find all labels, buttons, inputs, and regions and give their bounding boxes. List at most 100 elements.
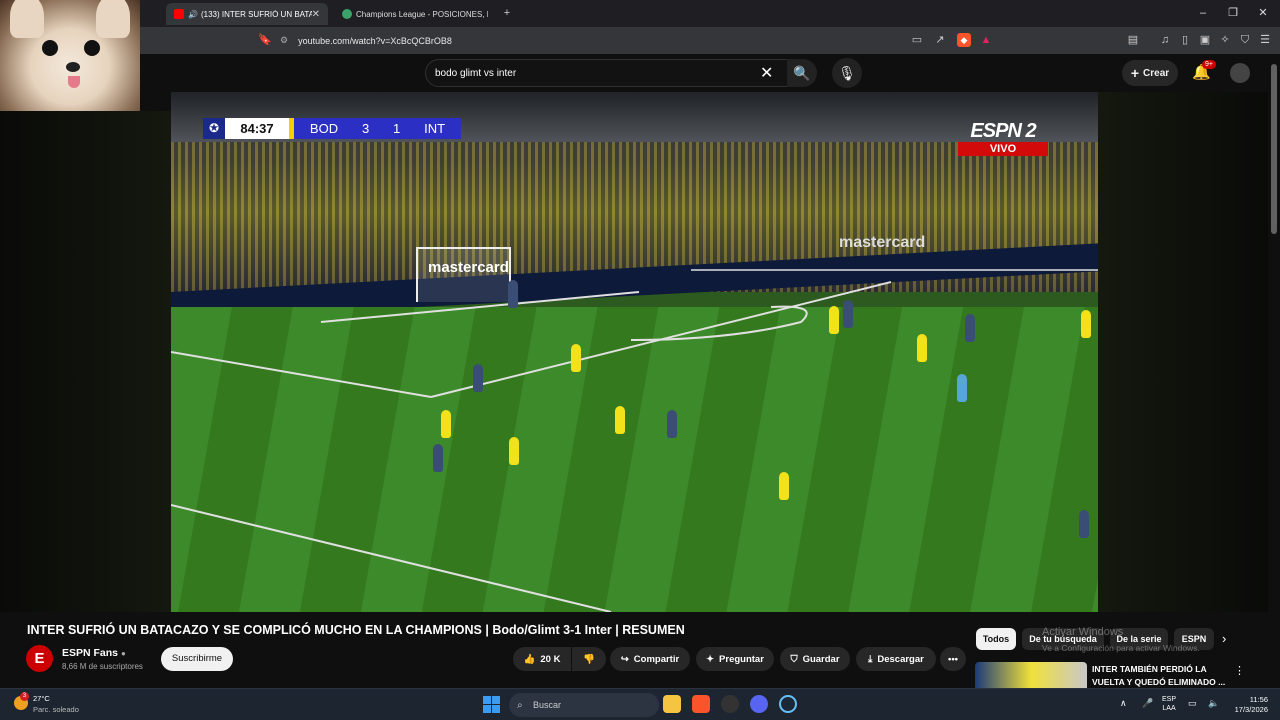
download-button[interactable]: ⤓ Descargar [856, 647, 936, 671]
page-scrollbar[interactable] [1268, 54, 1280, 688]
tray-chevron-icon[interactable]: ∧ [1120, 698, 1127, 709]
player [1079, 510, 1089, 538]
tab-champions[interactable]: Champions League - POSICIONES, R [334, 3, 496, 25]
share-icon[interactable]: ↗ [933, 33, 947, 47]
dog-eye-left [42, 40, 58, 56]
tab-title: Champions League - POSICIONES, R [356, 9, 488, 19]
notification-count-badge: 9+ [1202, 60, 1216, 69]
brave-shield-icon[interactable]: ◆ [957, 33, 971, 47]
save-button[interactable]: ⛉ Guardar [780, 647, 850, 671]
dislike-button[interactable]: 👎 [572, 647, 606, 671]
brave-browser-icon[interactable] [692, 695, 710, 713]
windows-start-icon[interactable] [483, 696, 500, 713]
recommended-thumbnail[interactable] [975, 662, 1087, 688]
channel-name[interactable]: ESPN Fans ● [62, 647, 126, 659]
url-field[interactable]: ⚙ youtube.com/watch?v=XcBcQCBrOB8 [280, 31, 1140, 50]
player [509, 437, 519, 465]
subscriber-count: 8,66 M de suscriptores [62, 662, 143, 671]
right-background [1098, 92, 1268, 612]
more-actions-button[interactable]: ••• [940, 647, 966, 671]
verified-icon: ● [120, 649, 126, 658]
network-icon[interactable]: ▭ [1188, 698, 1197, 709]
broadcaster-logo: ESPN 2 VIVO [957, 120, 1049, 156]
steam-icon[interactable] [779, 695, 797, 713]
voice-search-button[interactable]: 🎙 [832, 58, 862, 88]
dog-eye-right [84, 40, 100, 56]
subscribe-button[interactable]: Suscribirme [161, 647, 233, 671]
maximize-icon[interactable]: ❐ [1218, 4, 1248, 22]
share-button[interactable]: ↪ Compartir [610, 647, 690, 671]
clear-search-icon[interactable]: ✕ [760, 63, 773, 83]
thumbs-up-icon: 👍 [523, 653, 536, 665]
player [917, 334, 927, 362]
input-language[interactable]: ESP LAA [1162, 695, 1176, 713]
webcam-overlay [0, 0, 140, 111]
scroll-thumb[interactable] [1271, 64, 1277, 234]
away-score: 1 [393, 121, 401, 136]
match-clock: 84:37 [225, 118, 289, 139]
player [779, 472, 789, 500]
globe-icon [342, 9, 352, 19]
bookmark-icon[interactable]: 🔖 [258, 33, 272, 47]
dog-tongue [68, 76, 80, 88]
create-label: Crear [1143, 67, 1170, 79]
video-details: INTER SUFRIÓ UN BATACAZO Y SE COMPLICÓ M… [0, 612, 1268, 688]
close-icon[interactable]: ✕ [312, 9, 320, 20]
tab-title: (133) INTER SUFRIÓ UN BATA [200, 9, 312, 19]
clock[interactable]: 11:56 17/3/2026 [1226, 695, 1268, 715]
music-icon[interactable]: ♫ [1158, 33, 1172, 47]
ask-button[interactable]: ✦ Preguntar [696, 647, 774, 671]
search-button[interactable]: 🔍 [787, 59, 817, 87]
taskbar-search-label: Buscar [533, 700, 562, 710]
video-player[interactable]: mastercard mastercard ✪ 84:37 BOD 3 1 IN… [171, 92, 1098, 612]
wallet-icon[interactable]: ▣ [1198, 33, 1212, 47]
dog-ear-right [96, 0, 130, 38]
thumbs-down-icon: 👎 [583, 653, 595, 665]
cast-icon[interactable]: ▭ [910, 33, 924, 47]
file-explorer-icon[interactable] [663, 695, 681, 713]
chip-all[interactable]: Todos [976, 628, 1016, 650]
create-button[interactable]: + Crear [1122, 60, 1178, 86]
plus-icon: + [1130, 65, 1140, 81]
brave-rewards-icon[interactable]: ▲ [979, 33, 993, 47]
scoreline: BOD 3 1 INT [294, 118, 461, 139]
weather-temperature: 27°C [33, 694, 50, 703]
reader-icon[interactable]: ▯ [1178, 33, 1192, 47]
taskbar-search-box[interactable]: ⌕ Buscar [509, 693, 659, 717]
search-input[interactable]: bodo glimt vs inter [425, 59, 795, 87]
clock-date: 17/3/2026 [1234, 705, 1268, 714]
microphone-tray-icon[interactable]: 🎤 [1142, 698, 1153, 709]
window-close-icon[interactable]: ✕ [1248, 4, 1278, 22]
browser-tab-bar: 🔊 (133) INTER SUFRIÓ UN BATA ✕ Champions… [140, 0, 1280, 27]
site-info-icon[interactable]: ⚙ [280, 35, 288, 46]
ai-icon[interactable]: ✧ [1218, 33, 1232, 47]
windows-activation-subtext: Ve a Configuración para activar Windows. [1042, 643, 1200, 653]
share-label: Compartir [633, 653, 680, 665]
recommended-title[interactable]: INTER TAMBIÉN PERDIÓ LA VUELTA Y QUEDÓ E… [1092, 663, 1232, 689]
like-button[interactable]: 👍 20 K [513, 647, 571, 671]
chevron-right-icon[interactable]: › [1222, 631, 1226, 646]
tab-youtube[interactable]: 🔊 (133) INTER SUFRIÓ UN BATA ✕ [166, 3, 328, 25]
volume-icon[interactable]: 🔈 [1208, 698, 1219, 709]
channel-avatar[interactable]: E [26, 645, 53, 672]
player [667, 410, 677, 438]
kebab-menu-icon[interactable]: ⋮ [1234, 664, 1245, 677]
obs-icon[interactable] [721, 695, 739, 713]
new-tab-icon[interactable]: + [500, 6, 514, 20]
bookmark-save-icon: ⛉ [790, 653, 798, 665]
discord-icon[interactable] [750, 695, 768, 713]
referee [957, 374, 967, 402]
more-dots-icon: ••• [948, 653, 958, 665]
search-icon: 🔍 [793, 65, 811, 81]
vpn-icon[interactable]: ⛉ [1238, 33, 1252, 47]
player [441, 410, 451, 438]
address-bar: 🔖 ⚙ youtube.com/watch?v=XcBcQCBrOB8 ▭ ↗ … [140, 27, 1280, 54]
minimize-icon[interactable]: – [1188, 4, 1218, 22]
menu-icon[interactable]: ☰ [1258, 33, 1272, 47]
player-goalkeeper [508, 280, 518, 308]
windows-activation-watermark: Activar Windows [1042, 626, 1124, 638]
sidebar-icon[interactable]: ▤ [1126, 33, 1140, 47]
account-avatar[interactable] [1230, 63, 1250, 83]
keyboard-layout: LAA [1162, 705, 1176, 712]
speaker-icon[interactable]: 🔊 [188, 10, 198, 19]
